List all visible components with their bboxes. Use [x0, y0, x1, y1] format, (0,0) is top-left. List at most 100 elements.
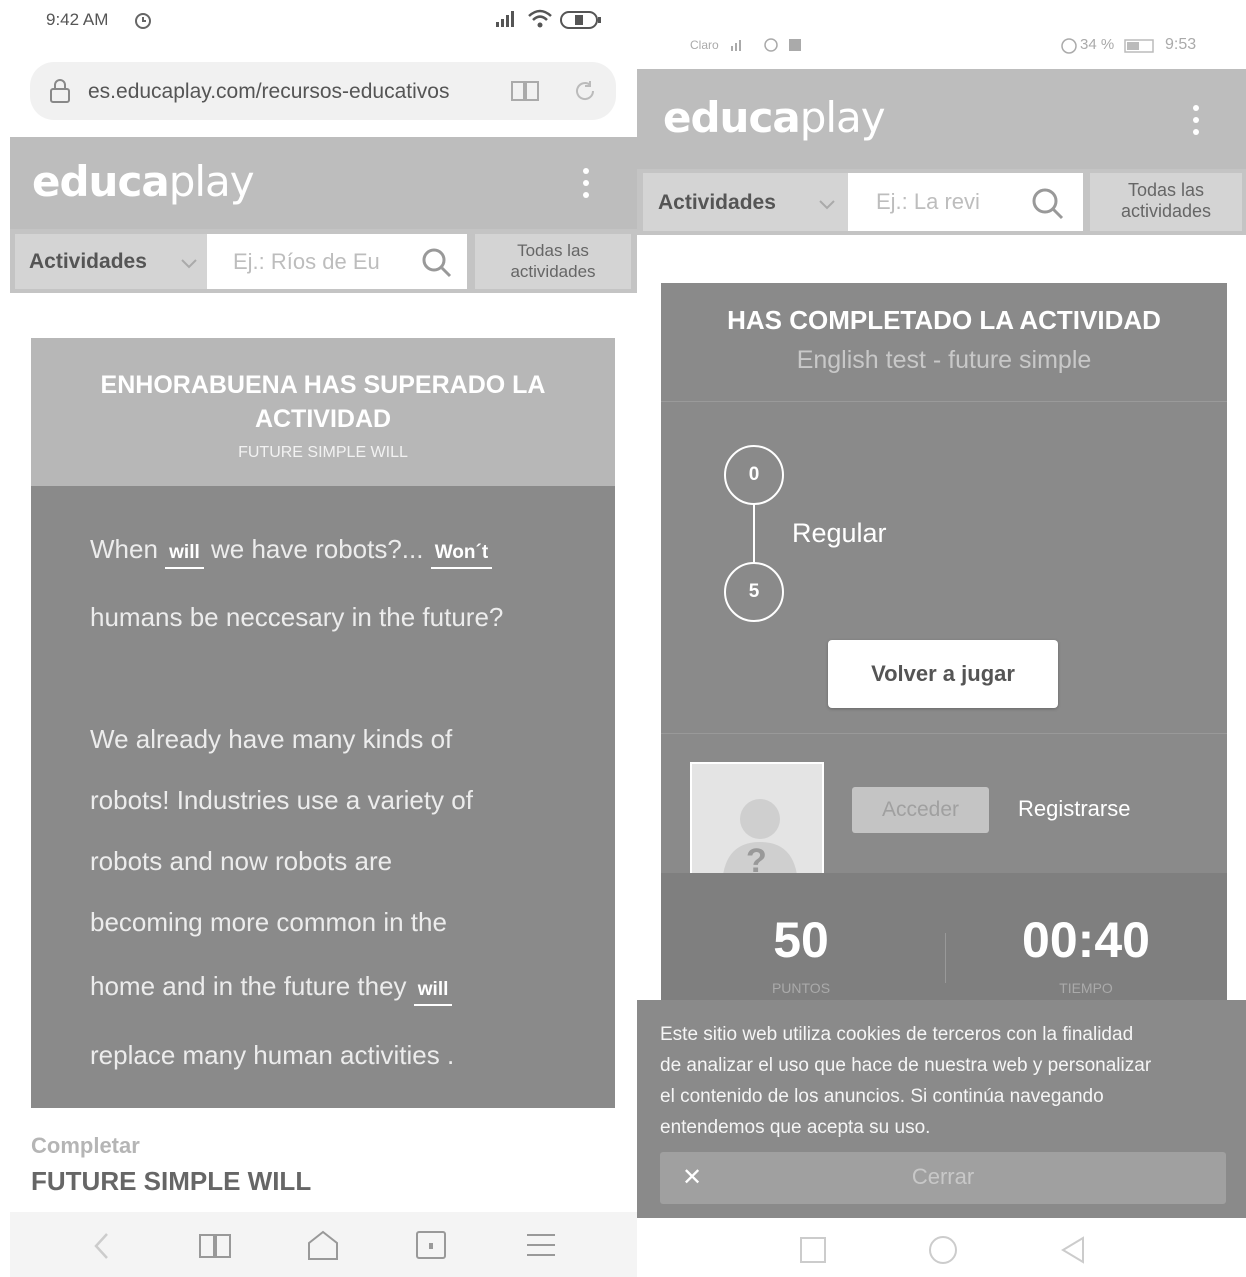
search-placeholder: Ej.: Ríos de Eu — [233, 249, 380, 274]
status-icons-left — [731, 38, 801, 52]
close-cookies-button[interactable]: ✕ Cerrar — [660, 1152, 1226, 1204]
passage-line8: replace many human activities . — [90, 1040, 455, 1070]
points-label: PUNTOS — [771, 980, 831, 996]
passage-line1: When will we have robots?... Won´t — [90, 534, 493, 569]
system-nav-bar — [637, 1218, 1246, 1277]
passage-text: we have robots?... — [211, 534, 424, 564]
status-time: 9:42 AM — [46, 10, 109, 29]
all-activities-button[interactable]: Todas las actividades — [1090, 173, 1242, 231]
time-value: 00:40 — [1022, 912, 1150, 968]
category-select[interactable]: Actividades — [15, 234, 208, 289]
result-subtitle: FUTURE SIMPLE WILL — [238, 444, 408, 461]
passage-line6: becoming more common in the — [90, 907, 447, 937]
answer-blank[interactable]: will — [413, 979, 453, 1006]
alarm-icon — [1061, 38, 1077, 54]
cookie-message-line: el contenido de los anuncios. Si continú… — [660, 1086, 1104, 1107]
category-select[interactable]: Actividades — [643, 173, 848, 231]
tabs-icon[interactable] — [415, 1230, 447, 1260]
search-row: Actividades Ej.: Ríos de Eu Todas las ac… — [10, 229, 637, 293]
address-bar[interactable]: es.educaplay.com/recursos-educativos — [30, 62, 616, 120]
avatar: ? — [690, 762, 824, 891]
activity-type: Completar — [31, 1133, 140, 1158]
passage-line3: We already have many kinds of — [90, 724, 453, 754]
battery-icon — [560, 10, 602, 30]
replay-button[interactable]: Volver a jugar — [828, 640, 1058, 708]
passage-line2: humans be neccesary in the future? — [90, 602, 504, 632]
battery-percent: 34 % — [1080, 36, 1115, 53]
signal-icon — [494, 10, 518, 28]
reload-icon[interactable] — [573, 79, 597, 103]
back-icon[interactable] — [92, 1232, 112, 1260]
educaplay-logo[interactable]: educaplay — [32, 157, 255, 206]
all-activities-line1: Todas las — [517, 241, 589, 260]
cookie-message: Este sitio web utiliza cookies de tercer… — [660, 1019, 1151, 1143]
more-menu-icon[interactable] — [583, 168, 589, 204]
category-label: Actividades — [29, 250, 147, 273]
passage-line4: robots! Industries use a variety of — [90, 785, 473, 815]
wifi-icon — [527, 8, 553, 30]
result-subtitle: English test - future simple — [796, 346, 1092, 374]
right-screen: Claro 34 % 9:53 educaplay Actividades Ej… — [637, 0, 1246, 1277]
login-button[interactable]: Acceder — [852, 787, 989, 833]
points-value: 50 — [773, 912, 829, 968]
menu-icon[interactable] — [525, 1232, 557, 1258]
alarm-icon — [132, 9, 154, 31]
more-menu-icon[interactable] — [1193, 105, 1199, 141]
passage-panel: When will we have robots?... Won´t human… — [31, 486, 615, 1108]
all-activities-line2: actividades — [1120, 201, 1212, 221]
divider — [945, 933, 946, 983]
reader-icon[interactable] — [510, 80, 540, 102]
all-activities-line2: actividades — [510, 262, 596, 281]
result-title-line2: ACTIVIDAD — [254, 405, 392, 433]
search-placeholder: Ej.: La revi — [876, 189, 980, 214]
recents-icon[interactable] — [799, 1236, 827, 1264]
time-label: TIEMPO — [1059, 980, 1113, 996]
answer-blank[interactable]: will — [165, 542, 204, 569]
answer-blank[interactable]: Won´t — [430, 542, 493, 569]
passage-text: home and in the future they — [90, 971, 407, 1001]
cookie-message-line: entendemos que acepta su uso. — [660, 1117, 931, 1138]
passage-line5: robots and now robots are — [90, 846, 393, 876]
rating-label: Regular — [792, 518, 887, 548]
result-title-line1: ENHORABUENA HAS SUPERADO LA — [100, 371, 546, 399]
lock-icon — [48, 79, 72, 103]
home-icon[interactable] — [927, 1234, 959, 1266]
activity-title[interactable]: FUTURE SIMPLE WILL — [31, 1166, 311, 1197]
all-activities-line1: Todas las — [1127, 180, 1205, 200]
register-link[interactable]: Registrarse — [1018, 796, 1130, 822]
search-icon — [422, 248, 452, 278]
result-header: ENHORABUENA HAS SUPERADO LA ACTIVIDAD FU… — [31, 338, 615, 486]
search-row: Actividades Ej.: La revi Todas las activ… — [637, 169, 1246, 235]
passage-line7: home and in the future they will — [90, 971, 453, 1006]
scale-max-badge: 5 — [724, 562, 784, 622]
home-icon[interactable] — [306, 1229, 340, 1261]
chevron-down-icon — [181, 259, 197, 269]
bookmarks-icon[interactable] — [198, 1232, 232, 1260]
cookie-banner: Este sitio web utiliza cookies de tercer… — [637, 1000, 1246, 1218]
result-title: HAS COMPLETADO LA ACTIVIDAD — [727, 305, 1161, 335]
category-label: Actividades — [658, 191, 776, 214]
cookie-message-line: de analizar el uso que hace de nuestra w… — [660, 1055, 1152, 1076]
status-time: 9:53 — [1165, 36, 1197, 53]
site-header: educaplay — [10, 137, 637, 229]
all-activities-button[interactable]: Todas las actividades — [475, 234, 631, 289]
result-card: HAS COMPLETADO LA ACTIVIDAD English test… — [661, 283, 1227, 1003]
passage-text: When — [90, 534, 158, 564]
site-header: educaplay — [637, 69, 1246, 169]
divider — [661, 733, 1227, 734]
battery-icon — [1124, 39, 1154, 53]
url-text[interactable]: es.educaplay.com/recursos-educativos — [88, 80, 478, 104]
close-cookies-label: Cerrar — [911, 1164, 975, 1189]
back-icon[interactable] — [1059, 1235, 1087, 1265]
chevron-down-icon — [819, 200, 835, 210]
search-input[interactable]: Ej.: Ríos de Eu — [207, 234, 467, 289]
search-icon — [1032, 188, 1064, 220]
cookie-message-line: Este sitio web utiliza cookies de tercer… — [660, 1024, 1134, 1045]
search-input[interactable]: Ej.: La revi — [848, 173, 1083, 231]
left-screen: 9:42 AM es.educaplay.com/recursos-educat… — [0, 0, 637, 1277]
scale-min-badge: 0 — [724, 445, 784, 505]
browser-nav-bar — [10, 1212, 637, 1277]
carrier-name: Claro — [690, 38, 719, 52]
divider — [661, 401, 1227, 402]
educaplay-logo[interactable]: educaplay — [663, 93, 886, 142]
